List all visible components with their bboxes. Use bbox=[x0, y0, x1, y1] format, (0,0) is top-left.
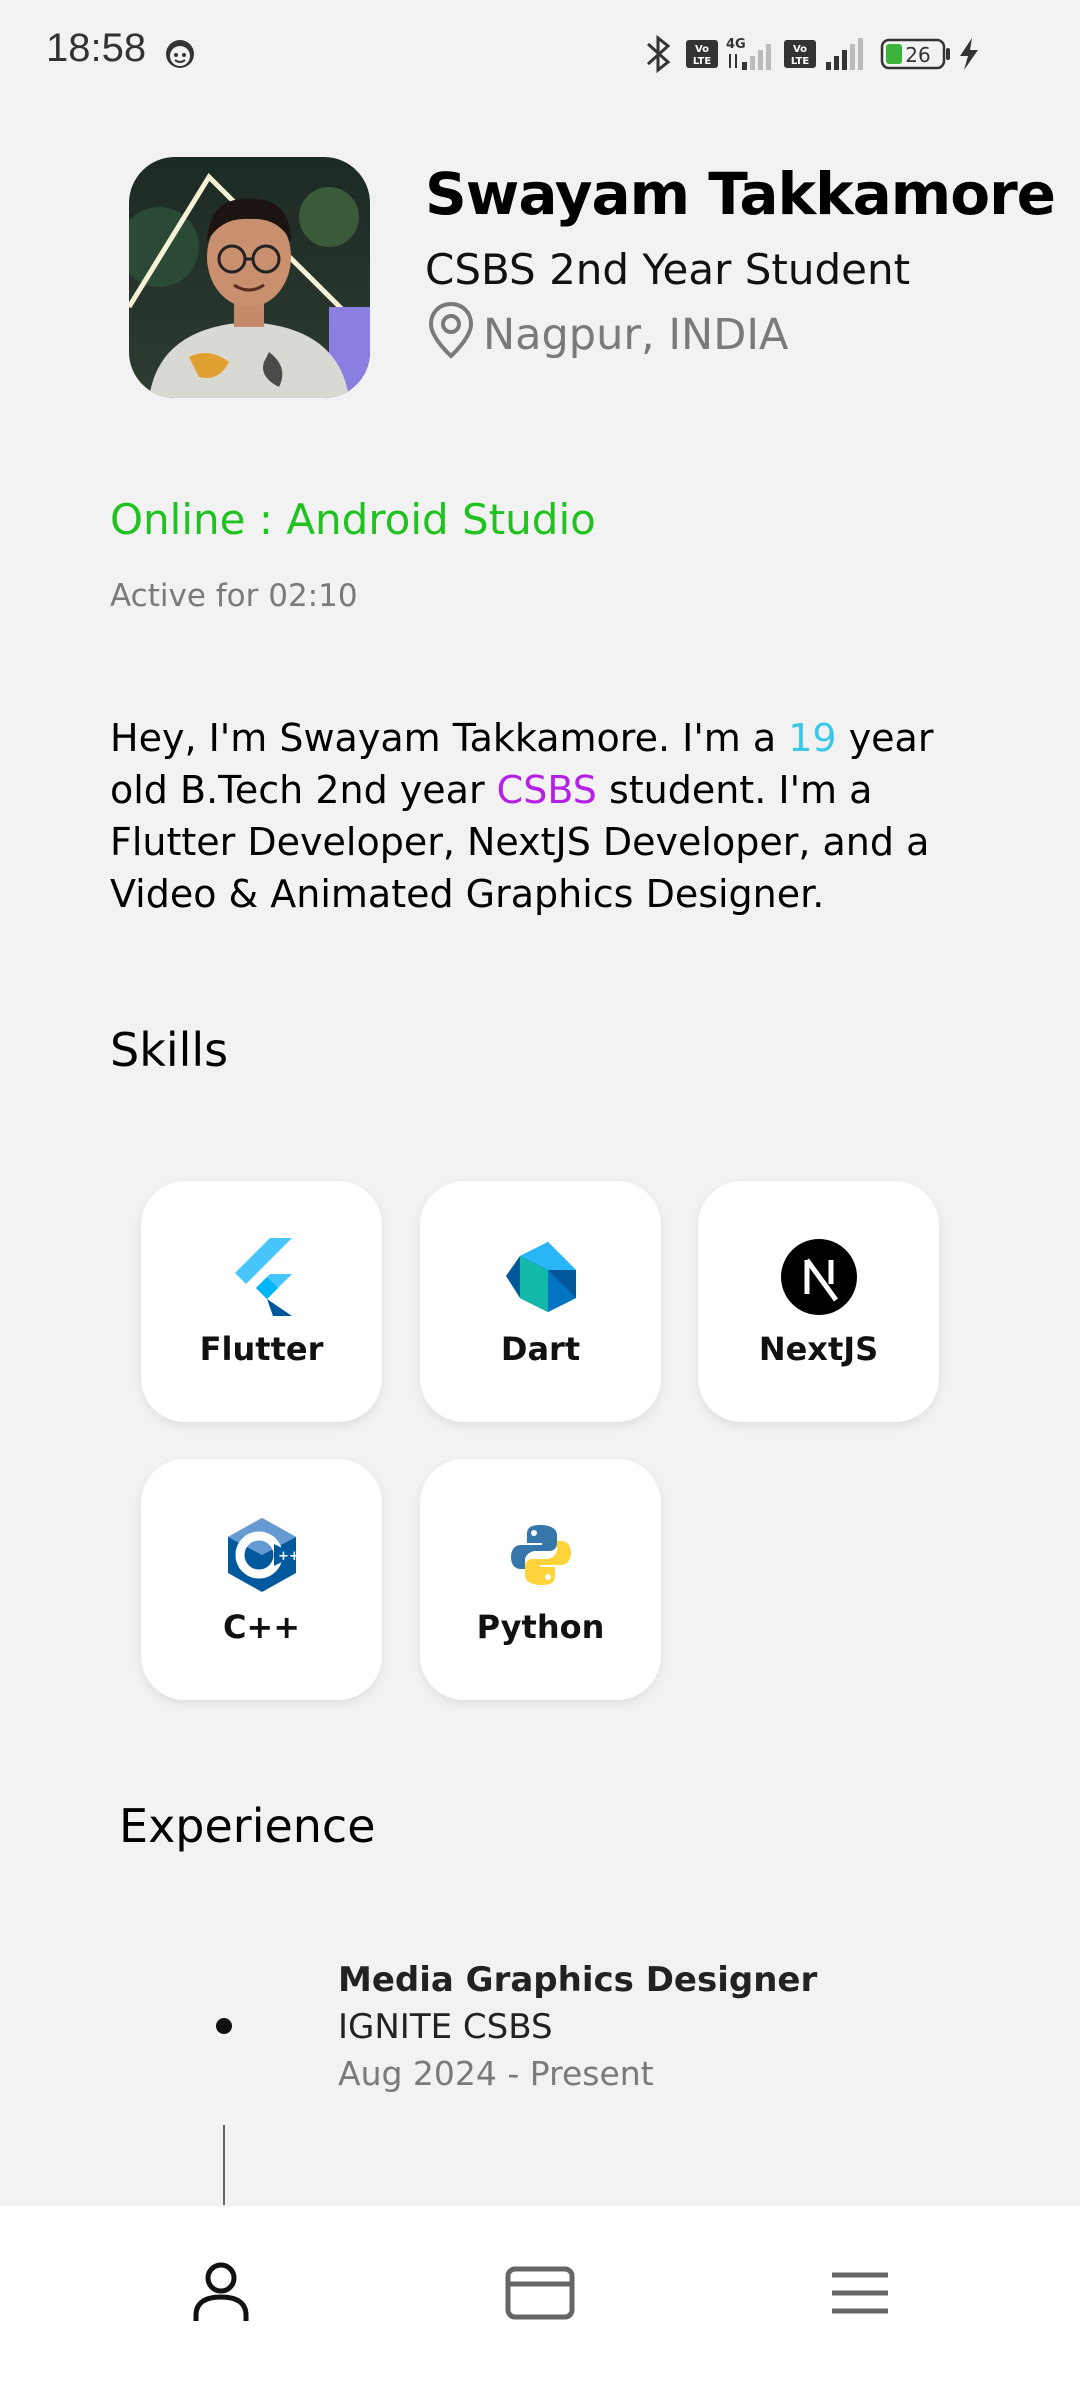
active-duration: Active for 02:10 bbox=[110, 578, 358, 614]
experience-title: Experience bbox=[119, 1799, 376, 1853]
profile-icon bbox=[191, 2261, 251, 2330]
status-bar: 18:58 Vo LTE 4G Vo LTE 26 bbox=[0, 0, 1080, 105]
svg-text:4G: 4G bbox=[726, 37, 746, 52]
skill-card-dart[interactable]: Dart bbox=[420, 1181, 661, 1422]
flutter-icon bbox=[223, 1238, 301, 1316]
skills-title: Skills bbox=[110, 1023, 229, 1077]
nav-menu-button[interactable] bbox=[815, 2250, 905, 2340]
avatar bbox=[129, 157, 370, 398]
profile-name: Swayam Takkamore bbox=[425, 160, 1056, 228]
charging-icon bbox=[960, 38, 978, 70]
status-time: 18:58 bbox=[46, 26, 147, 70]
skill-label: Python bbox=[476, 1608, 605, 1646]
experience-org: IGNITE CSBS bbox=[338, 2007, 553, 2047]
profile-role: CSBS 2nd Year Student bbox=[425, 245, 911, 294]
card-icon bbox=[505, 2266, 575, 2325]
volte-icon-2: Vo LTE bbox=[784, 40, 816, 68]
svg-text:++: ++ bbox=[278, 1549, 298, 1564]
profile-location: Nagpur, INDIA bbox=[425, 301, 789, 365]
python-icon bbox=[502, 1516, 580, 1594]
svg-text:LTE: LTE bbox=[693, 56, 712, 67]
svg-text:Vo: Vo bbox=[793, 44, 807, 55]
bottom-nav bbox=[0, 2206, 1080, 2400]
status-icons: Vo LTE 4G Vo LTE 26 bbox=[646, 34, 978, 74]
bluetooth-icon bbox=[646, 34, 671, 74]
timeline-line bbox=[223, 2125, 225, 2205]
svg-text:26: 26 bbox=[905, 43, 930, 67]
bio-part-1: Hey, I'm Swayam Takkamore. I'm a bbox=[110, 716, 789, 760]
skill-label: Flutter bbox=[199, 1330, 324, 1368]
location-text: Nagpur, INDIA bbox=[483, 310, 789, 360]
dart-icon bbox=[502, 1238, 580, 1316]
location-pin-icon bbox=[425, 300, 477, 371]
face-icon bbox=[163, 37, 197, 76]
volte-icon: Vo LTE bbox=[686, 40, 718, 68]
nextjs-icon bbox=[780, 1238, 858, 1316]
experience-role: Media Graphics Designer bbox=[338, 1960, 818, 2000]
skill-card-flutter[interactable]: Flutter bbox=[141, 1181, 382, 1422]
menu-icon bbox=[830, 2271, 890, 2320]
skill-card-nextjs[interactable]: NextJS bbox=[698, 1181, 939, 1422]
skill-label: Dart bbox=[500, 1330, 581, 1368]
signal-icon bbox=[742, 44, 771, 70]
experience-dates: Aug 2024 - Present bbox=[338, 2054, 654, 2093]
bio-age: 19 bbox=[788, 716, 837, 760]
bio-text: Hey, I'm Swayam Takkamore. I'm a 19 year… bbox=[110, 712, 990, 920]
skill-card-cpp[interactable]: ++ C++ bbox=[141, 1459, 382, 1700]
svg-text:Vo: Vo bbox=[695, 44, 709, 55]
cpp-icon: ++ bbox=[223, 1516, 301, 1594]
skill-label: NextJS bbox=[758, 1330, 879, 1368]
nav-card-button[interactable] bbox=[495, 2250, 585, 2340]
battery-icon: 26 bbox=[880, 38, 950, 70]
skill-label: C++ bbox=[222, 1608, 301, 1646]
nav-profile-button[interactable] bbox=[176, 2250, 266, 2340]
online-status: Online : Android Studio bbox=[110, 495, 596, 544]
svg-text:LTE: LTE bbox=[791, 56, 810, 67]
bio-dept: CSBS bbox=[496, 768, 597, 812]
timeline-dot bbox=[216, 2018, 232, 2034]
signal-icon-2 bbox=[826, 38, 863, 70]
skill-card-python[interactable]: Python bbox=[420, 1459, 661, 1700]
